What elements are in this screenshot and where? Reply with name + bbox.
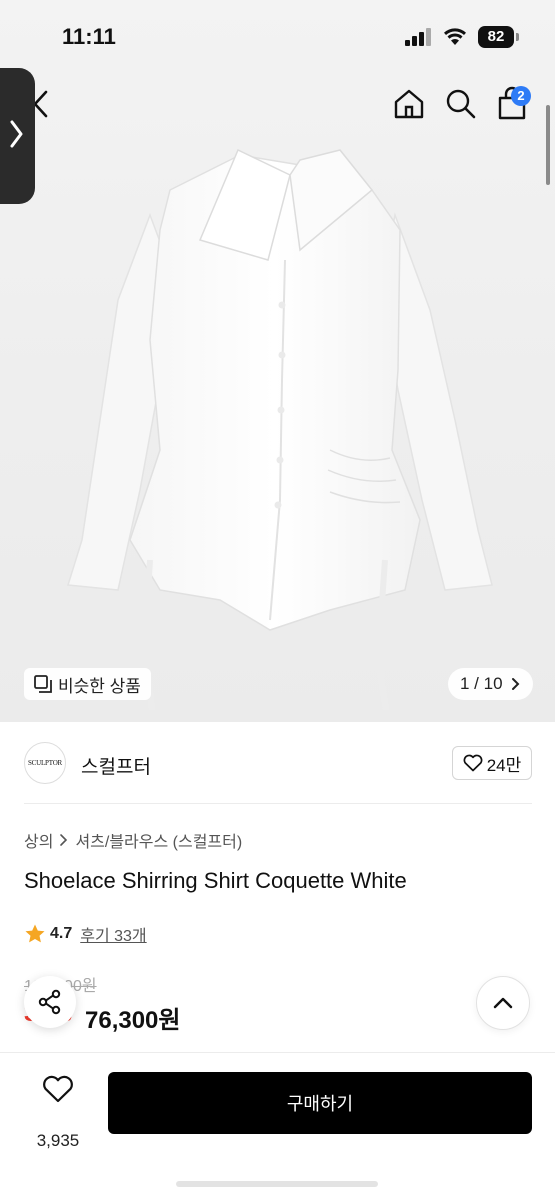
- brand-logo[interactable]: SCULPTOR: [24, 742, 66, 784]
- share-icon: [38, 989, 61, 1015]
- status-bar: 11:11 82: [0, 0, 555, 70]
- heart-icon: [43, 1075, 73, 1103]
- battery-icon: 82: [478, 26, 520, 48]
- scroll-top-button[interactable]: [476, 976, 530, 1030]
- brand-name[interactable]: 스컬프터: [81, 752, 151, 779]
- status-time: 11:11: [62, 24, 116, 49]
- chevron-right-icon: [60, 834, 68, 846]
- cart-count-badge: 2: [511, 86, 531, 106]
- breadcrumb: 상의 셔츠/블라우스 (스컬프터): [24, 828, 242, 852]
- brand-logo-text: SCULPTOR: [27, 759, 63, 767]
- search-icon[interactable]: [445, 88, 477, 120]
- rating-value: 4.7: [50, 925, 73, 942]
- sale-price: 76,300원: [85, 1007, 181, 1034]
- buy-button[interactable]: 구매하기: [108, 1072, 532, 1134]
- similar-products-button[interactable]: 비슷한 상품: [24, 668, 151, 700]
- share-button[interactable]: [24, 976, 76, 1028]
- heart-icon: [463, 754, 483, 772]
- bottom-bar: 3,935 구매하기: [0, 1052, 555, 1200]
- image-page-counter[interactable]: 1 / 10: [448, 668, 533, 700]
- side-panel-toggle[interactable]: [0, 68, 35, 204]
- home-indicator: [176, 1181, 378, 1187]
- divider: [24, 803, 532, 804]
- home-icon[interactable]: [393, 88, 425, 120]
- signal-icon: [405, 28, 431, 46]
- chevron-right-icon: [511, 678, 519, 690]
- shirt-image: [67, 148, 493, 710]
- brand-like-count: 24만: [486, 755, 522, 775]
- battery-level: 82: [478, 26, 514, 48]
- chevron-right-icon: [10, 120, 23, 148]
- scroll-indicator: [546, 105, 550, 185]
- brand-row: SCULPTOR 스컬프터 24만: [24, 740, 532, 788]
- wishlist-count: 3,935: [36, 1131, 80, 1150]
- similar-icon: [34, 675, 52, 693]
- review-link[interactable]: 후기 33개: [80, 922, 146, 946]
- chevron-up-icon: [493, 997, 513, 1009]
- product-title: Shoelace Shirring Shirt Coquette White: [24, 868, 407, 893]
- wifi-icon: [444, 28, 466, 45]
- breadcrumb-category[interactable]: 상의: [24, 828, 53, 852]
- brand-like-button[interactable]: 24만: [452, 746, 532, 780]
- breadcrumb-subcategory[interactable]: 셔츠/블라우스 (스컬프터): [75, 828, 242, 852]
- page-counter-label: 1 / 10: [460, 674, 503, 693]
- star-icon: [25, 924, 45, 943]
- wishlist-button[interactable]: 3,935: [24, 1075, 90, 1150]
- rating-row: 4.7 후기 33개: [24, 922, 147, 946]
- similar-products-label: 비슷한 상품: [58, 676, 141, 696]
